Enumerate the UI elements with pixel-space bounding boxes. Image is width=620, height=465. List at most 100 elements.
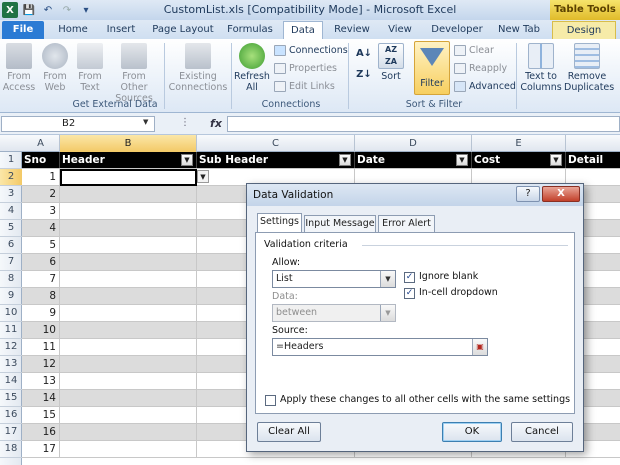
filter-button[interactable]: Filter [414, 41, 450, 95]
header-cell-sub-header[interactable]: Sub Header [197, 152, 355, 168]
help-button[interactable]: ? [516, 186, 540, 202]
row-header[interactable]: 14 [0, 373, 22, 390]
sno-cell[interactable]: 12 [22, 356, 60, 372]
formula-input[interactable] [227, 116, 620, 132]
header-cell-sno[interactable]: Sno [22, 152, 60, 168]
row-header[interactable]: 2 [0, 169, 22, 186]
row-header[interactable]: 5 [0, 220, 22, 237]
row-header[interactable]: 16 [0, 407, 22, 424]
from-other-sources-button[interactable]: From Other Sources [108, 43, 160, 104]
sno-cell[interactable]: 9 [22, 305, 60, 321]
header-cell-detail[interactable]: Detail [566, 152, 620, 168]
excel-logo-icon[interactable]: X [2, 2, 18, 18]
save-icon[interactable]: 💾 [21, 2, 37, 18]
close-button[interactable]: X [542, 186, 580, 202]
cell[interactable] [60, 220, 197, 236]
sno-cell[interactable]: 8 [22, 288, 60, 304]
cell-dropdown-arrow-icon[interactable]: ▼ [197, 170, 209, 183]
from-access-button[interactable]: From Access [2, 43, 36, 93]
tab-review[interactable]: Review [331, 21, 373, 39]
refresh-all-button[interactable]: Refresh All [233, 43, 271, 93]
cell[interactable] [60, 288, 197, 304]
sno-cell[interactable]: 15 [22, 407, 60, 423]
column-header-e[interactable]: E [472, 135, 566, 152]
column-header-c[interactable]: C [197, 135, 355, 152]
edit-links-button[interactable]: Edit Links [274, 81, 335, 92]
row-header[interactable]: 6 [0, 237, 22, 254]
filter-dropdown-icon[interactable]: ▼ [550, 154, 562, 166]
sort-az-button[interactable]: A↓ [354, 48, 374, 59]
row-header[interactable]: 11 [0, 322, 22, 339]
allow-select[interactable]: List ▼ [272, 270, 396, 288]
cell[interactable] [60, 424, 197, 440]
tab-developer[interactable]: Developer [427, 21, 487, 39]
sno-cell[interactable]: 14 [22, 390, 60, 406]
tab-new-tab[interactable]: New Tab [494, 21, 544, 39]
sno-cell[interactable]: 1 [22, 169, 60, 185]
filter-dropdown-icon[interactable]: ▼ [181, 154, 193, 166]
cell[interactable] [60, 305, 197, 321]
cell[interactable] [60, 407, 197, 423]
name-box-dropdown-icon[interactable]: ▼ [143, 118, 148, 126]
tab-formulas[interactable]: Formulas [224, 21, 276, 39]
redo-icon[interactable]: ↷ [59, 2, 75, 18]
sort-za-button[interactable]: Z↓ [354, 69, 374, 80]
sno-cell[interactable]: 13 [22, 373, 60, 389]
column-header-a[interactable]: A [22, 135, 60, 152]
connections-button[interactable]: Connections [274, 45, 348, 56]
column-header-f[interactable] [566, 135, 620, 152]
tab-settings[interactable]: Settings [257, 213, 302, 233]
tab-file[interactable]: File [2, 21, 44, 39]
sno-cell[interactable]: 17 [22, 441, 60, 457]
remove-duplicates-button[interactable]: Remove Duplicates [564, 43, 614, 93]
clear-filter-button[interactable]: Clear [454, 45, 494, 56]
source-input[interactable]: =Headers ▣ [272, 338, 488, 356]
tab-page-layout[interactable]: Page Layout [150, 21, 216, 39]
row-header[interactable]: 9 [0, 288, 22, 305]
tab-error-alert[interactable]: Error Alert [378, 215, 435, 232]
cell[interactable] [60, 271, 197, 287]
reapply-button[interactable]: Reapply [454, 63, 507, 74]
in-cell-dropdown-checkbox[interactable]: ✓ [404, 288, 415, 299]
tab-input-message[interactable]: Input Message [304, 215, 376, 232]
sno-cell[interactable]: 4 [22, 220, 60, 236]
customize-qat-icon[interactable]: ▾ [78, 2, 94, 18]
sno-cell[interactable]: 6 [22, 254, 60, 270]
existing-connections-button[interactable]: Existing Connections [167, 43, 229, 93]
sno-cell[interactable]: 7 [22, 271, 60, 287]
row-header[interactable]: 1 [0, 152, 22, 169]
row-header[interactable]: 18 [0, 441, 22, 458]
sno-cell[interactable]: 10 [22, 322, 60, 338]
cell[interactable] [60, 203, 197, 219]
cell[interactable] [60, 356, 197, 372]
text-to-columns-button[interactable]: Text to Columns [519, 43, 563, 93]
range-picker-icon[interactable]: ▣ [472, 339, 487, 355]
cell[interactable] [60, 237, 197, 253]
insert-function-button[interactable]: fx [205, 116, 227, 132]
clear-all-button[interactable]: Clear All [257, 422, 321, 442]
sno-cell[interactable]: 11 [22, 339, 60, 355]
cell[interactable] [60, 186, 197, 202]
column-header-b[interactable]: B [60, 135, 197, 152]
filter-dropdown-icon[interactable]: ▼ [339, 154, 351, 166]
active-cell-b2[interactable] [60, 169, 197, 186]
sno-cell[interactable]: 5 [22, 237, 60, 253]
row-header[interactable]: 17 [0, 424, 22, 441]
sno-cell[interactable]: 2 [22, 186, 60, 202]
row-header[interactable]: 7 [0, 254, 22, 271]
column-header-d[interactable]: D [355, 135, 472, 152]
data-select[interactable]: between ▼ [272, 304, 396, 322]
filter-dropdown-icon[interactable]: ▼ [456, 154, 468, 166]
name-box[interactable]: B2 [1, 116, 155, 132]
tab-design[interactable]: Design [552, 21, 616, 39]
tab-home[interactable]: Home [52, 21, 94, 39]
header-cell-header[interactable]: Header [60, 152, 197, 168]
cell[interactable] [60, 254, 197, 270]
row-header[interactable]: 10 [0, 305, 22, 322]
sno-cell[interactable]: 16 [22, 424, 60, 440]
row-header[interactable]: 3 [0, 186, 22, 203]
ok-button[interactable]: OK [442, 422, 502, 442]
tab-data[interactable]: Data [283, 21, 323, 39]
undo-icon[interactable]: ↶ [40, 2, 56, 18]
row-header[interactable]: 15 [0, 390, 22, 407]
